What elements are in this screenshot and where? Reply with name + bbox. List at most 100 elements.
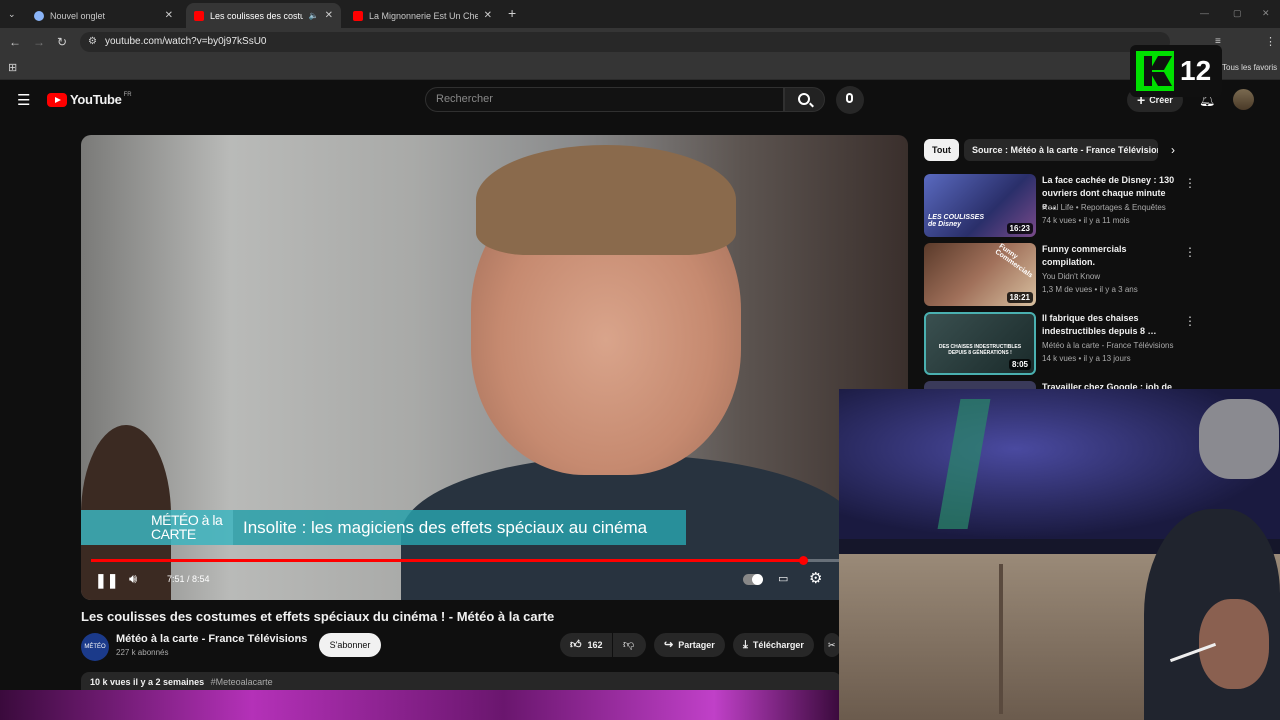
close-window-icon[interactable]: ✕ bbox=[1262, 3, 1270, 23]
recommendation-meta: 74 k vues • il y a 11 mois bbox=[1042, 216, 1130, 225]
badge-number: 12 bbox=[1180, 55, 1212, 86]
recommendation-item[interactable]: DES CHAISES INDESTRUCTIBLES DEPUIS 8 GÉN… bbox=[924, 312, 1196, 375]
speaker-icon[interactable]: 🔈 bbox=[309, 11, 319, 20]
logo-text: YouTube bbox=[70, 92, 122, 107]
youtube-logo[interactable]: YouTube FR bbox=[47, 92, 132, 107]
description-box[interactable]: 10 k vues il y a 2 semaines #Meteoalacar… bbox=[81, 672, 841, 692]
region-code: FR bbox=[123, 91, 132, 98]
channel-avatar[interactable]: MÉTÉO bbox=[81, 633, 109, 661]
globe-icon bbox=[34, 10, 44, 21]
recommendation-title[interactable]: Il fabrique des chaises indestructibles … bbox=[1042, 312, 1182, 338]
subscriber-count: 227 k abonnés bbox=[116, 648, 169, 657]
subscribe-button[interactable]: S'abonner bbox=[319, 633, 381, 657]
back-arrow-icon[interactable]: ← bbox=[9, 32, 21, 52]
thumbs-up-icon: 👍︎ bbox=[570, 639, 582, 651]
tab-other-video[interactable]: La Mignonnerie Est Un Chef D' ✕ bbox=[345, 3, 500, 28]
hamburger-menu-icon[interactable]: ☰ bbox=[17, 91, 30, 109]
all-bookmarks-link[interactable]: Tous les favoris bbox=[1222, 63, 1277, 72]
duration-badge: 8:05 bbox=[1008, 359, 1031, 370]
recommendation-item[interactable]: Travailler chez Google : job de bbox=[924, 381, 1189, 389]
forward-arrow-icon[interactable]: → bbox=[33, 32, 45, 52]
k-logo-icon bbox=[1136, 51, 1174, 91]
new-tab-button[interactable]: + bbox=[508, 3, 516, 23]
recommendation-channel[interactable]: You Didn't Know bbox=[1042, 272, 1192, 281]
more-options-icon[interactable]: ⋮ bbox=[1184, 245, 1196, 259]
recommendation-channel[interactable]: Real Life • Reportages & Enquêtes bbox=[1042, 203, 1192, 212]
minimize-icon[interactable]: — bbox=[1200, 3, 1209, 23]
stream-overlay-band bbox=[0, 690, 840, 720]
search-button[interactable] bbox=[784, 87, 825, 112]
hashtag-link[interactable]: #Meteoalacarte bbox=[211, 677, 273, 687]
settings-gear-icon[interactable]: ⚙ bbox=[809, 569, 822, 587]
youtube-favicon-icon bbox=[353, 10, 363, 21]
volume-icon[interactable]: 🔊︎ bbox=[129, 571, 137, 587]
lower-third-brand: MÉTÉO à la CARTE bbox=[151, 512, 223, 542]
menu-icon[interactable]: ⋮ bbox=[1265, 32, 1276, 52]
scrubber-handle[interactable] bbox=[799, 556, 808, 565]
like-button[interactable]: 👍︎ 162 bbox=[560, 633, 612, 657]
duration-badge: 16:23 bbox=[1006, 223, 1033, 234]
clip-button[interactable]: ✂ bbox=[824, 633, 840, 657]
video-thumbnail[interactable]: DES CHAISES INDESTRUCTIBLES DEPUIS 8 GÉN… bbox=[924, 312, 1036, 375]
url-bar[interactable]: youtube.com/watch?v=by0j97kSsU0 bbox=[80, 32, 1170, 52]
time-display: 7:51 / 8:54 bbox=[167, 574, 210, 584]
recommendation-title[interactable]: Travailler chez Google : job de bbox=[1042, 381, 1182, 389]
recommendation-item[interactable]: Funny Commercials 18:21 Funny commercial… bbox=[924, 243, 1196, 306]
video-player[interactable]: MÉTÉO à la CARTE Insolite : les magicien… bbox=[81, 135, 908, 600]
like-count: 162 bbox=[587, 640, 603, 650]
progress-fill bbox=[91, 559, 804, 562]
chevron-right-icon[interactable]: › bbox=[1171, 143, 1175, 157]
account-avatar[interactable] bbox=[1233, 89, 1254, 110]
more-options-icon[interactable]: ⋮ bbox=[1184, 176, 1196, 190]
youtube-play-icon bbox=[47, 92, 67, 107]
verified-icon: ✔ bbox=[294, 634, 301, 643]
progress-bar[interactable] bbox=[91, 556, 896, 565]
tab-search-icon[interactable]: ⌄ bbox=[8, 4, 16, 24]
search-input[interactable]: Rechercher bbox=[425, 87, 784, 112]
bookmarks-bar: ⊞ Tous les favoris bbox=[0, 56, 1280, 80]
tab-title: Nouvel onglet bbox=[50, 10, 106, 21]
tab-title: La Mignonnerie Est Un Chef D' bbox=[369, 10, 478, 21]
recommendation-title[interactable]: Funny commercials compilation. bbox=[1042, 243, 1182, 269]
dislike-button[interactable]: 👎︎ bbox=[613, 633, 646, 657]
thumbs-down-icon: 👎︎ bbox=[623, 639, 635, 651]
recommendation-channel[interactable]: Météo à la carte - France Télévisions bbox=[1042, 341, 1192, 350]
recommendation-meta: 14 k vues • il y a 13 jours bbox=[1042, 354, 1131, 363]
lower-third-banner: MÉTÉO à la CARTE Insolite : les magicien… bbox=[81, 510, 686, 545]
chip-source[interactable]: Source : Météo à la carte - France Télév… bbox=[964, 139, 1158, 161]
microphone-icon bbox=[846, 93, 853, 103]
video-thumbnail[interactable]: Funny Commercials 18:21 bbox=[924, 243, 1036, 306]
close-tab-icon[interactable]: ✕ bbox=[484, 10, 492, 21]
youtube-favicon-icon bbox=[194, 10, 204, 21]
views-and-date: 10 k vues il y a 2 semaines bbox=[90, 677, 205, 687]
channel-name[interactable]: Météo à la carte - France Télévisions bbox=[116, 633, 307, 645]
subtitles-icon[interactable]: ▭ bbox=[778, 572, 788, 585]
download-button[interactable]: ⤓ Télécharger bbox=[733, 633, 814, 657]
pause-icon[interactable]: ❚❚ bbox=[95, 572, 118, 589]
apps-grid-icon[interactable]: ⊞ bbox=[8, 58, 17, 78]
voice-search-button[interactable] bbox=[836, 86, 864, 114]
tab-new-tab[interactable]: Nouvel onglet ✕ bbox=[26, 3, 181, 28]
download-label: Télécharger bbox=[752, 640, 804, 650]
site-info-icon[interactable]: ⚙ bbox=[88, 32, 97, 52]
browser-tab-bar: ⌄ Nouvel onglet ✕ Les coulisses des cost… bbox=[0, 0, 1280, 28]
video-thumbnail[interactable] bbox=[924, 381, 1036, 389]
video-frame-hair bbox=[476, 145, 736, 255]
video-thumbnail[interactable]: LES COULISSES de Disney 16:23 bbox=[924, 174, 1036, 237]
k12-channel-badge: 12 bbox=[1130, 45, 1222, 97]
maximize-icon[interactable]: ▢ bbox=[1233, 3, 1242, 23]
reload-icon[interactable]: ↻ bbox=[57, 32, 67, 52]
thumbnail-text: LES COULISSES de Disney bbox=[928, 214, 985, 228]
share-button[interactable]: ↪ Partager bbox=[654, 633, 725, 657]
tab-current-video[interactable]: Les coulisses des costumes 🔈 ✕ bbox=[186, 3, 341, 28]
thumbnail-text: DES CHAISES INDESTRUCTIBLES DEPUIS 8 GÉN… bbox=[938, 344, 1022, 356]
tab-title: Les coulisses des costumes bbox=[210, 10, 303, 21]
close-tab-icon[interactable]: ✕ bbox=[325, 10, 333, 21]
share-arrow-icon: ↪ bbox=[664, 639, 674, 651]
more-options-icon[interactable]: ⋮ bbox=[1184, 314, 1196, 328]
autoplay-toggle[interactable] bbox=[743, 574, 763, 585]
scissors-icon: ✂ bbox=[828, 640, 836, 650]
chip-all[interactable]: Tout bbox=[924, 139, 959, 161]
recommendation-item[interactable]: LES COULISSES de Disney 16:23 La face ca… bbox=[924, 174, 1196, 237]
close-tab-icon[interactable]: ✕ bbox=[165, 10, 173, 21]
